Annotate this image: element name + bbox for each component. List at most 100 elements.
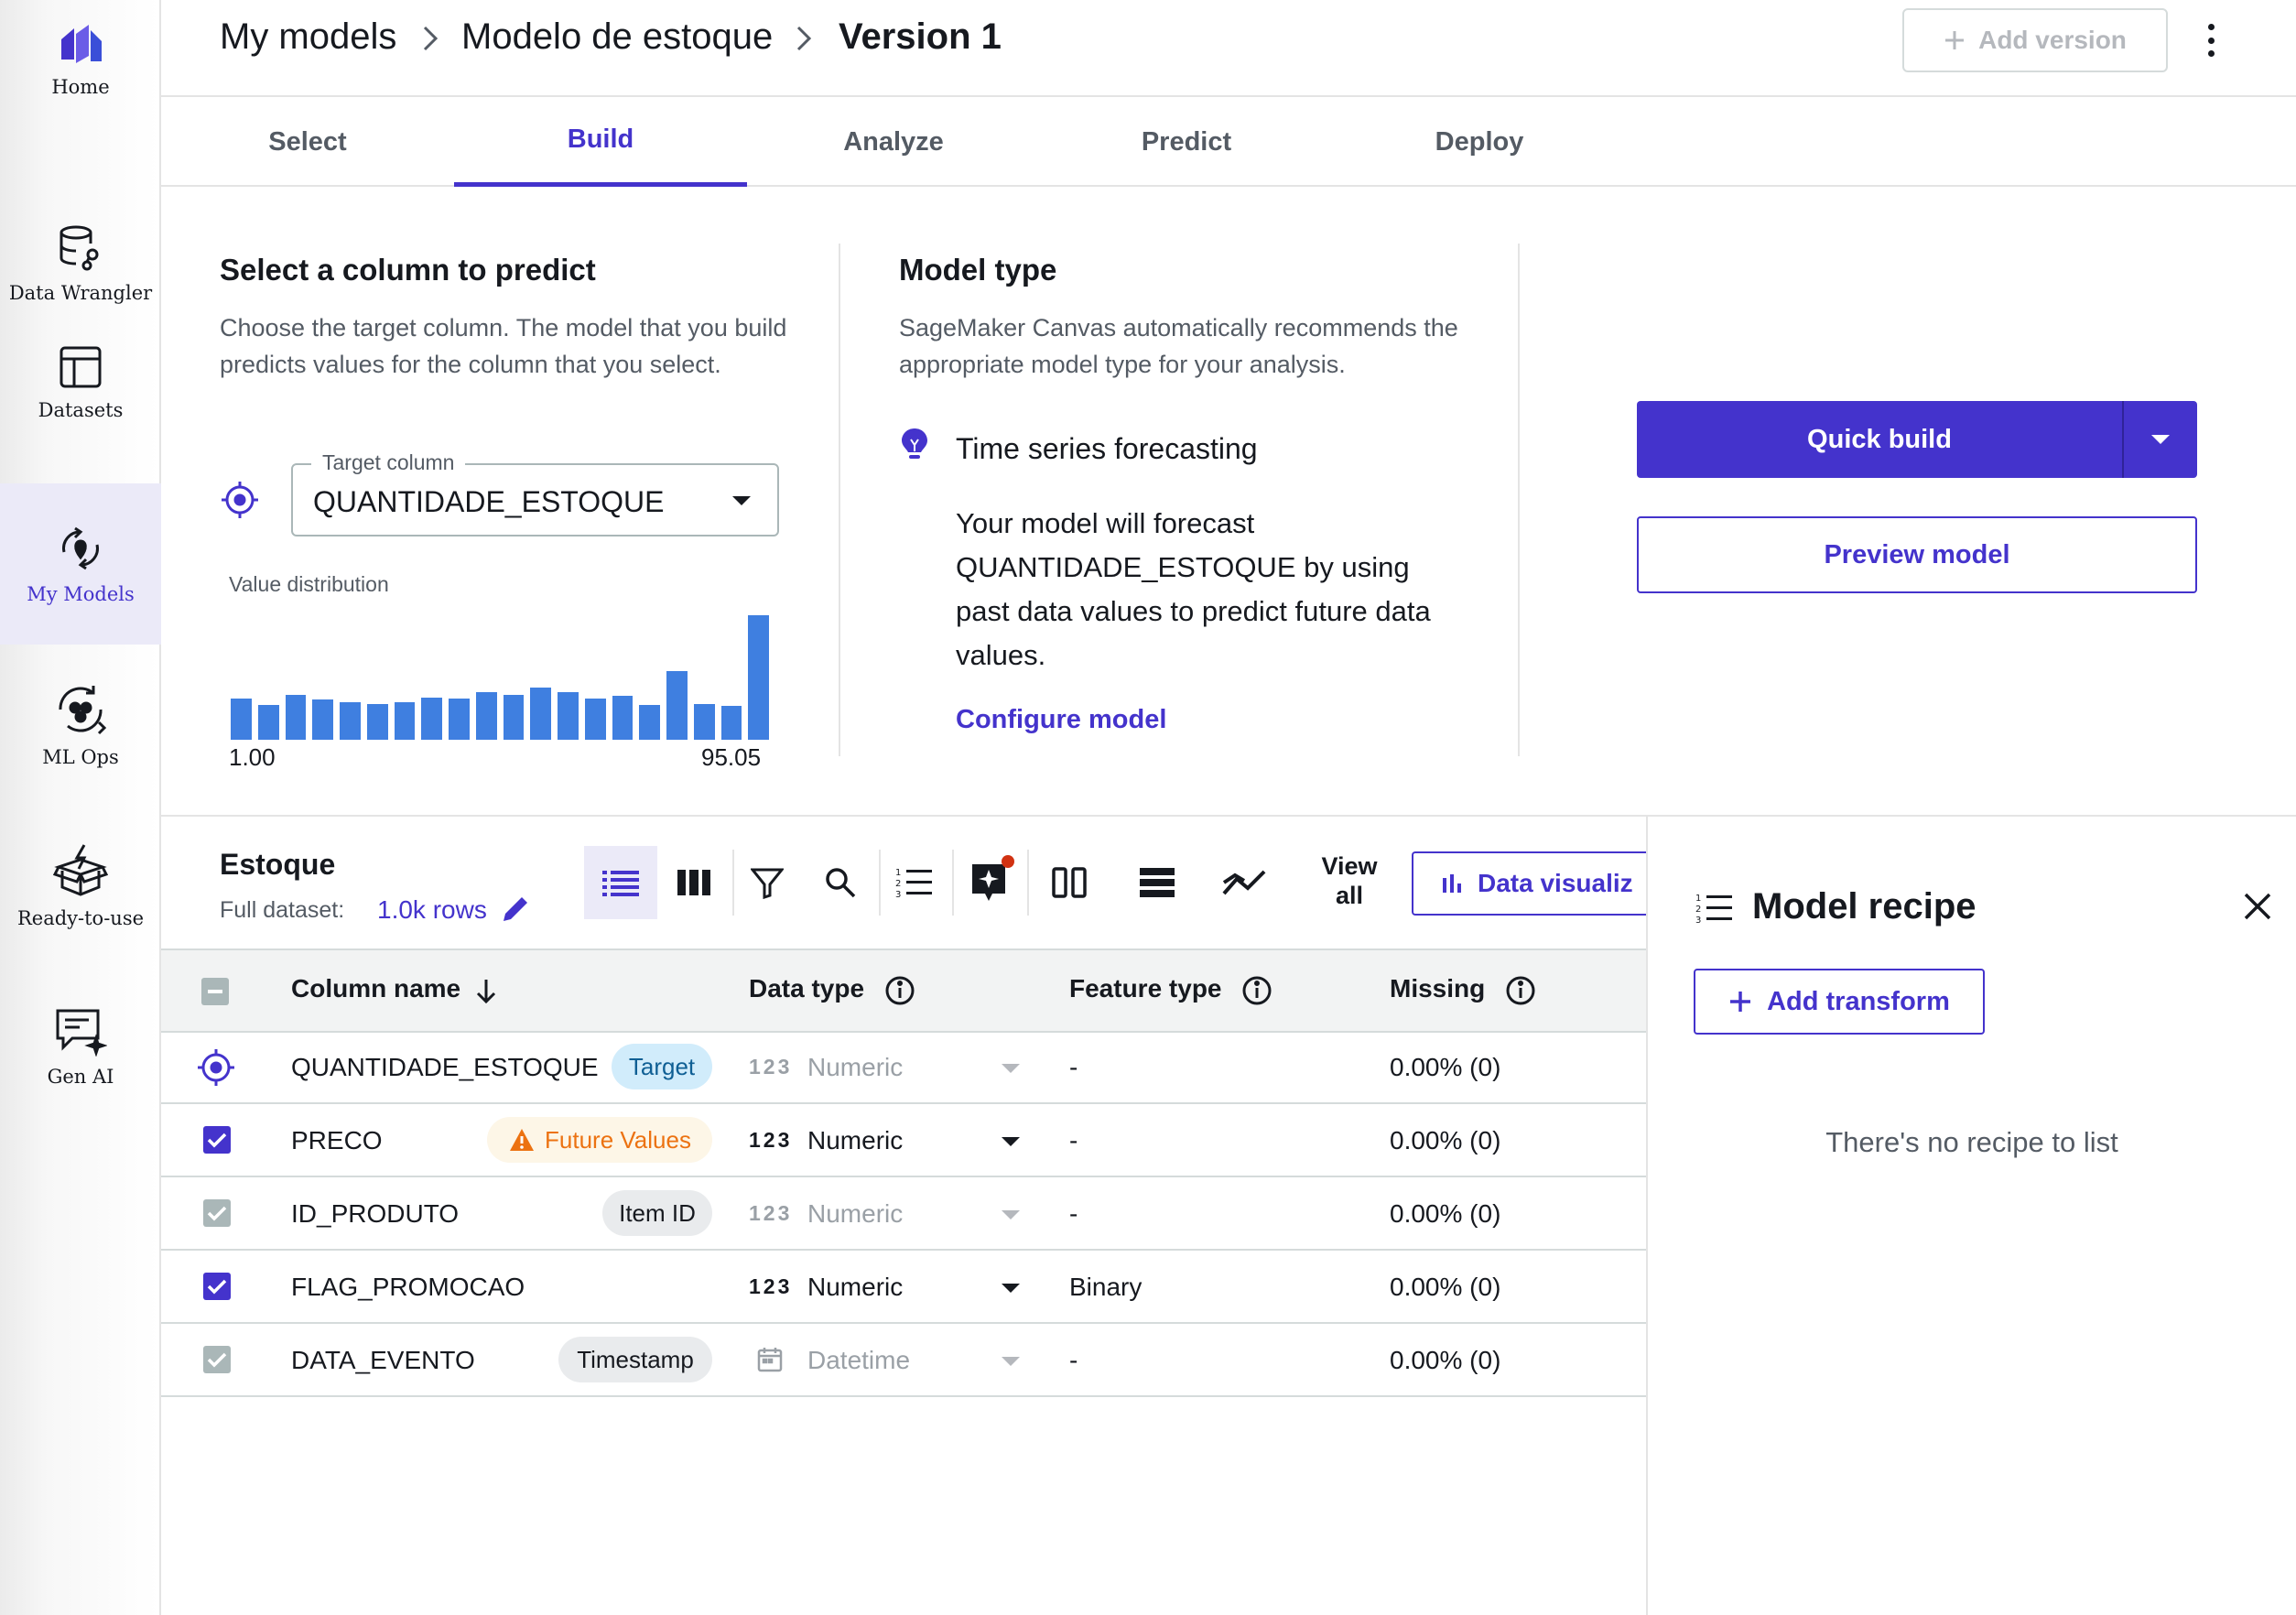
sidebar-item-ready-to-use[interactable]: Ready-to-use bbox=[0, 806, 161, 967]
breadcrumb-model[interactable]: Modelo de estoque bbox=[461, 16, 773, 58]
numeric-type-icon: 123 bbox=[749, 1128, 793, 1152]
column-name: PRECO bbox=[291, 1126, 383, 1154]
histogram-bar bbox=[530, 688, 551, 740]
sidebar-item-label: Datasets bbox=[38, 399, 124, 421]
sidebar-item-home[interactable]: Home bbox=[0, 0, 161, 119]
data-type-value: Numeric bbox=[807, 1199, 904, 1228]
target-description: Choose the target column. The model that… bbox=[220, 314, 787, 378]
row-checkbox-checked[interactable] bbox=[203, 1273, 231, 1300]
list-view-button[interactable] bbox=[584, 846, 657, 919]
configure-model-link[interactable]: Configure model bbox=[956, 705, 1166, 735]
info-icon[interactable] bbox=[1505, 975, 1536, 1006]
svg-text:1: 1 bbox=[895, 868, 901, 878]
row-checkbox-disabled bbox=[203, 1199, 231, 1227]
column-name: DATA_EVENTO bbox=[291, 1346, 475, 1374]
column-header-missing: Missing bbox=[1390, 974, 1536, 1006]
dataset-name: Estoque bbox=[220, 848, 336, 881]
column-header-feature-type: Feature type bbox=[1069, 974, 1273, 1006]
column-header-name[interactable]: Column name bbox=[291, 974, 497, 1003]
sidebar-item-ml-ops[interactable]: ML Ops bbox=[0, 645, 161, 806]
histogram-bar bbox=[285, 695, 307, 740]
model-type-value: Time series forecasting bbox=[956, 432, 1258, 465]
tab-analyze[interactable]: Analyze bbox=[747, 97, 1040, 187]
rows-view-button[interactable] bbox=[1121, 846, 1194, 919]
model-recipe-panel: 123 Model recipe Add transform There's n… bbox=[1646, 815, 2296, 1615]
add-version-button[interactable]: Add version bbox=[1902, 8, 2168, 72]
model-type-detail: Your model will forecast QUANTIDADE_ESTO… bbox=[956, 507, 1431, 671]
filter-button[interactable] bbox=[731, 846, 804, 919]
split-view-icon bbox=[1052, 867, 1087, 898]
select-all-checkbox[interactable] bbox=[201, 978, 229, 1005]
data-type-label: Data type bbox=[749, 974, 865, 1003]
data-visualizer-button[interactable]: Data visualiz bbox=[1412, 851, 1648, 916]
divider bbox=[161, 948, 1648, 950]
quick-build-button[interactable]: Quick build bbox=[1637, 401, 2197, 478]
numeric-type-icon: 123 bbox=[749, 1201, 793, 1225]
data-wrangler-icon bbox=[56, 223, 105, 273]
add-transform-button[interactable]: Add transform bbox=[1694, 969, 1985, 1035]
sidebar-item-gen-ai[interactable]: Gen AI bbox=[0, 967, 161, 1128]
column-name: QUANTIDADE_ESTOQUE bbox=[291, 1053, 599, 1081]
insights-button[interactable] bbox=[952, 846, 1025, 919]
sidebar-item-my-models[interactable]: My Models bbox=[0, 483, 161, 645]
minus-icon bbox=[208, 990, 222, 993]
tab-predict[interactable]: Predict bbox=[1040, 97, 1333, 187]
range-max: 95.05 bbox=[701, 743, 762, 771]
column-name: FLAG_PROMOCAO bbox=[291, 1273, 525, 1301]
future-values-label: Future Values bbox=[545, 1125, 691, 1154]
data-type-dropdown-icon[interactable] bbox=[1002, 1137, 1020, 1146]
divider bbox=[839, 244, 840, 756]
preview-model-button[interactable]: Preview model bbox=[1637, 516, 2197, 593]
divider bbox=[161, 1249, 1648, 1251]
missing-label: Missing bbox=[1390, 974, 1486, 1003]
numbered-list-button[interactable]: 123 bbox=[877, 846, 950, 919]
tab-select[interactable]: Select bbox=[161, 97, 454, 187]
target-icon bbox=[196, 1047, 236, 1088]
info-icon[interactable] bbox=[1241, 975, 1273, 1006]
histogram-bar bbox=[340, 702, 361, 740]
column-name: ID_PRODUTO bbox=[291, 1199, 460, 1228]
sidebar-item-datasets[interactable]: Datasets bbox=[0, 302, 161, 463]
histogram-bar bbox=[394, 702, 416, 740]
dataset-rows-link[interactable]: 1.0k rows bbox=[377, 895, 487, 925]
model-type-description: SageMaker Canvas automatically recommend… bbox=[899, 314, 1458, 378]
breadcrumb-version: Version 1 bbox=[839, 16, 1002, 57]
search-button[interactable] bbox=[804, 846, 877, 919]
tab-build[interactable]: Build bbox=[454, 97, 747, 187]
numbered-list-icon: 123 bbox=[895, 866, 932, 899]
sidebar-item-label: Home bbox=[51, 76, 110, 98]
list-view-icon bbox=[602, 869, 639, 896]
data-type-dropdown-icon[interactable] bbox=[1002, 1284, 1020, 1293]
histogram-bar bbox=[584, 699, 606, 740]
breadcrumb-my-models[interactable]: My models bbox=[220, 16, 396, 58]
view-all-button[interactable]: View all bbox=[1305, 851, 1393, 910]
split-view-button[interactable] bbox=[1033, 846, 1106, 919]
more-options-icon[interactable] bbox=[2197, 18, 2225, 62]
sort-arrow-down-icon[interactable] bbox=[475, 978, 497, 1003]
search-icon bbox=[824, 866, 857, 899]
build-options-dropdown[interactable] bbox=[2124, 401, 2197, 478]
target-icon bbox=[220, 480, 260, 520]
lightbulb-icon bbox=[899, 427, 930, 463]
row-checkbox-checked[interactable] bbox=[203, 1126, 231, 1154]
add-version-label: Add version bbox=[1978, 26, 2127, 54]
column-header-data-type: Data type bbox=[749, 974, 915, 1006]
future-values-badge: Future Values bbox=[487, 1117, 712, 1163]
value-distribution-chart bbox=[231, 615, 769, 740]
data-type-value: Numeric bbox=[807, 1126, 904, 1154]
close-icon[interactable] bbox=[2243, 892, 2272, 921]
target-column-select[interactable]: Target column QUANTIDADE_ESTOQUE bbox=[291, 450, 779, 537]
column-view-button[interactable] bbox=[657, 846, 731, 919]
trend-button[interactable] bbox=[1208, 846, 1282, 919]
edit-pencil-icon[interactable] bbox=[500, 894, 531, 925]
caret-down-icon bbox=[1002, 1210, 1020, 1219]
histogram-bar bbox=[693, 704, 715, 740]
ml-ops-icon bbox=[53, 682, 108, 737]
tab-deploy[interactable]: Deploy bbox=[1333, 97, 1626, 187]
info-icon[interactable] bbox=[884, 975, 915, 1006]
timestamp-badge: Timestamp bbox=[558, 1337, 712, 1382]
warning-icon bbox=[508, 1127, 536, 1153]
item-id-badge: Item ID bbox=[602, 1190, 712, 1236]
target-column-value: QUANTIDADE_ESTOQUE bbox=[313, 485, 665, 518]
chevron-right-icon bbox=[421, 26, 439, 51]
